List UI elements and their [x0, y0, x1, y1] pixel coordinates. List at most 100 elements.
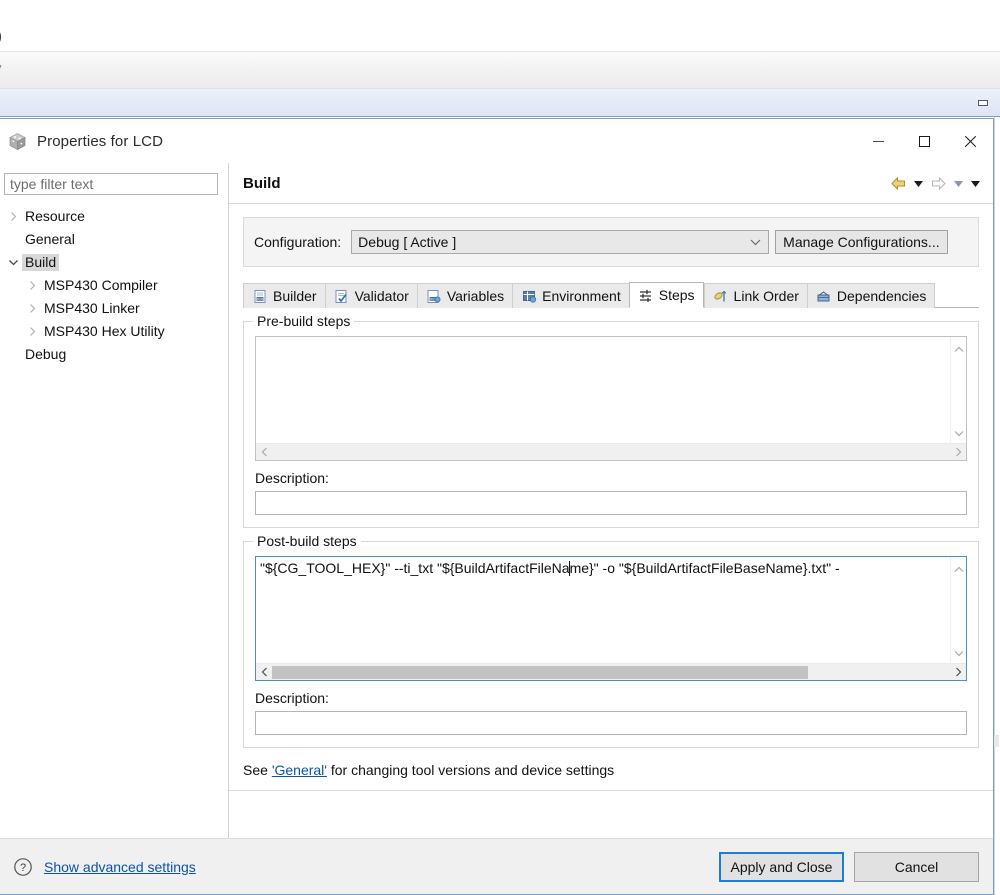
- sidebar-item-msp430-linker[interactable]: MSP430 Linker: [0, 297, 228, 320]
- chevron-right-icon[interactable]: [23, 280, 41, 291]
- manage-configurations-button[interactable]: Manage Configurations...: [775, 230, 948, 254]
- help-question-icon[interactable]: ?: [12, 856, 34, 878]
- chevron-right-icon[interactable]: [4, 211, 22, 222]
- sidebar-item-build[interactable]: Build: [0, 251, 228, 274]
- background-glyph-top: ): [0, 28, 2, 45]
- tab-validator[interactable]: Validator: [324, 283, 417, 308]
- tab-link-order[interactable]: Link Order: [703, 283, 807, 308]
- scroll-up-icon[interactable]: [954, 560, 964, 576]
- content-separator: [229, 790, 993, 791]
- background-view-tabstrip: [0, 89, 1000, 117]
- postbuild-hscroll-thumb[interactable]: [272, 666, 808, 679]
- tab-label: Dependencies: [836, 288, 927, 304]
- chevron-right-icon[interactable]: [23, 326, 41, 337]
- tab-label: Builder: [273, 288, 317, 304]
- footer-buttons: Apply and Close Cancel: [719, 851, 979, 882]
- sidebar-item-msp430-compiler[interactable]: MSP430 Compiler: [0, 274, 228, 297]
- sidebar-item-label: MSP430 Hex Utility: [44, 323, 165, 339]
- properties-dialog: Properties for LCD Resource: [0, 118, 994, 895]
- postbuild-vertical-scrollbar[interactable]: [950, 557, 966, 663]
- prebuild-vertical-scrollbar[interactable]: [950, 337, 966, 443]
- sidebar-item-label: General: [25, 231, 75, 247]
- sidebar-item-debug[interactable]: Debug: [0, 343, 228, 366]
- background-right-marker: [994, 735, 999, 747]
- postbuild-text-after-caret: me}" -o "${BuildArtifactFileBaseName}.tx…: [569, 560, 840, 576]
- svg-text:?: ?: [20, 862, 26, 874]
- scroll-up-icon[interactable]: [954, 340, 964, 356]
- tab-variables[interactable]: 010 Variables: [416, 283, 513, 308]
- prebuild-steps-textarea[interactable]: [255, 336, 967, 461]
- dialog-title: Properties for LCD: [37, 132, 164, 150]
- postbuild-horizontal-scrollbar[interactable]: [256, 663, 966, 680]
- settings-tree: Resource General Build MSP430 Compiler M…: [0, 205, 228, 366]
- prebuild-horizontal-scrollbar[interactable]: [256, 443, 966, 460]
- configuration-bar: Configuration: Debug [ Active ] Manage C…: [243, 217, 979, 267]
- prebuild-description-field[interactable]: [255, 491, 976, 515]
- scroll-down-icon[interactable]: [954, 644, 964, 660]
- back-dropdown-icon[interactable]: [911, 173, 926, 194]
- dialog-titlebar: Properties for LCD: [0, 119, 993, 163]
- postbuild-steps-textarea[interactable]: "${CG_TOOL_HEX}" --ti_txt "${BuildArtifa…: [255, 556, 967, 681]
- settings-content-panel: Build Configuration: Debug [Active] Ma…: [229, 163, 993, 838]
- postbuild-hscroll-track[interactable]: [272, 664, 950, 680]
- validator-icon: [334, 288, 350, 304]
- view-menu-dropdown-icon[interactable]: [968, 173, 983, 194]
- tab-dependencies[interactable]: Dependencies: [806, 283, 936, 308]
- back-arrow-icon[interactable]: [888, 173, 909, 194]
- steps-icon: [638, 287, 654, 303]
- general-link[interactable]: 'General': [272, 762, 327, 778]
- chevron-right-icon[interactable]: [23, 303, 41, 314]
- settings-scroll-area: Configuration: Debug [ Active ] Manage C…: [229, 204, 993, 838]
- prebuild-steps-value[interactable]: [256, 337, 950, 443]
- postbuild-steps-value[interactable]: "${CG_TOOL_HEX}" --ti_txt "${BuildArtifa…: [256, 557, 950, 663]
- postbuild-description-label: Description:: [255, 690, 329, 706]
- variables-icon: 010: [426, 288, 442, 304]
- sidebar-item-general[interactable]: General: [0, 228, 228, 251]
- forward-dropdown-icon[interactable]: [951, 173, 966, 194]
- filter-box[interactable]: [4, 173, 218, 195]
- scroll-left-icon[interactable]: [256, 667, 272, 677]
- tab-steps[interactable]: Steps: [628, 282, 704, 308]
- postbuild-description-field[interactable]: [255, 711, 976, 735]
- configuration-select[interactable]: Debug [ Active ]: [351, 230, 770, 254]
- minimize-button[interactable]: [855, 119, 901, 163]
- window-controls: [855, 119, 993, 163]
- screen: ) ▾ Properties for LCD: [0, 0, 1000, 895]
- search-input[interactable]: [5, 174, 217, 194]
- tab-label: Steps: [658, 287, 695, 303]
- apply-and-close-button[interactable]: Apply and Close: [719, 851, 844, 882]
- scroll-right-icon[interactable]: [950, 667, 966, 677]
- sidebar-item-msp430-hex-utility[interactable]: MSP430 Hex Utility: [0, 320, 228, 343]
- tab-label: Validator: [354, 288, 409, 304]
- cancel-button[interactable]: Cancel: [854, 851, 979, 882]
- postbuild-description-input[interactable]: [256, 712, 976, 734]
- sidebar-item-resource[interactable]: Resource: [0, 205, 228, 228]
- prebuild-description-input[interactable]: [256, 492, 976, 514]
- build-tabs: 010 Builder Validator 010 Variables Envi…: [243, 282, 979, 308]
- prebuild-group: Pre-build steps Description:: [243, 313, 979, 528]
- maximize-button[interactable]: [901, 119, 947, 163]
- background-minimize-icon[interactable]: [976, 98, 992, 109]
- scroll-down-icon[interactable]: [954, 424, 964, 440]
- scroll-right-icon[interactable]: [950, 447, 966, 457]
- properties-cube-icon: [8, 132, 27, 151]
- note-suffix: for changing tool versions and device se…: [326, 762, 615, 778]
- close-button[interactable]: [947, 119, 993, 163]
- dependencies-icon: [816, 288, 832, 304]
- tab-environment[interactable]: Environment: [512, 283, 629, 308]
- prebuild-group-title: Pre-build steps: [253, 313, 355, 329]
- forward-arrow-icon: [928, 173, 949, 194]
- page-title: Build: [243, 174, 281, 192]
- tab-label: Link Order: [733, 288, 799, 304]
- postbuild-steps-row: "${CG_TOOL_HEX}" --ti_txt "${BuildArtifa…: [256, 557, 966, 663]
- dialog-body: Resource General Build: [0, 163, 993, 838]
- chevron-down-icon[interactable]: [4, 258, 22, 267]
- link-order-icon: [713, 288, 729, 304]
- tab-label: Environment: [542, 288, 621, 304]
- prebuild-hscroll-track[interactable]: [272, 444, 950, 460]
- tab-builder[interactable]: 010 Builder: [243, 283, 325, 308]
- sidebar-item-label: Debug: [25, 346, 67, 362]
- scroll-left-icon[interactable]: [256, 447, 272, 457]
- chevron-down-icon[interactable]: [750, 239, 761, 246]
- show-advanced-settings-link[interactable]: Show advanced settings: [44, 859, 196, 875]
